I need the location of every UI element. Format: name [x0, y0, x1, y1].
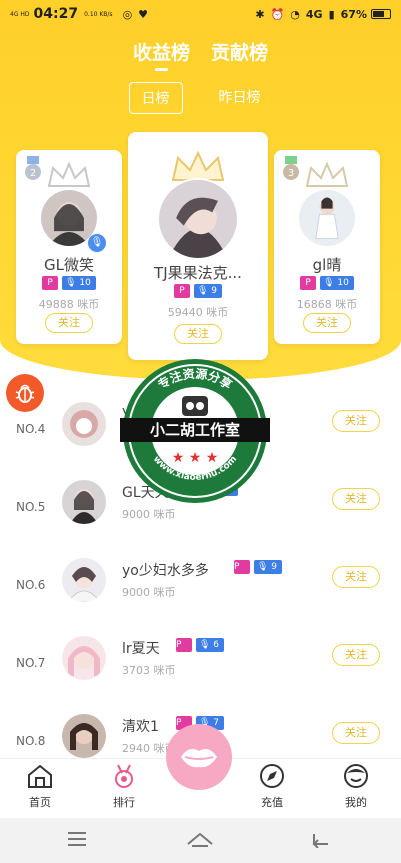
tab-mine[interactable]: 我的	[326, 763, 386, 810]
level-badge: 🎙 9	[193, 284, 223, 298]
level-badge: 🎙 10	[320, 276, 354, 290]
medal-icon	[115, 764, 133, 788]
mic-icon: 🎙	[88, 234, 106, 252]
badges: P 🎙 9	[128, 284, 268, 298]
live-button[interactable]	[166, 724, 232, 790]
badges: P 🎙 10	[274, 276, 380, 290]
tab-home[interactable]: 首页	[10, 763, 70, 810]
system-nav-bar	[0, 818, 401, 863]
badges: P 🎙 9	[234, 560, 283, 574]
silent-icon: ◔	[290, 7, 300, 21]
status-bar: 4G HD 04:27 0.10 KB/s ◎ ♥ ✱ ⏰ ◔ 4G ▮ 67%	[0, 0, 401, 28]
p-badge-icon: P	[176, 638, 192, 652]
coin-count: 59440 咪币	[167, 306, 229, 319]
back-icon[interactable]	[310, 830, 332, 848]
avatar[interactable]	[297, 188, 357, 248]
list-item[interactable]: NO.7 lr夏天 P 🎙 6 3703 咪币 关注	[0, 626, 401, 704]
follow-button[interactable]: 关注	[332, 410, 380, 432]
avatar[interactable]	[62, 714, 106, 758]
svg-text:3: 3	[288, 168, 294, 179]
streamer-name: lr夏天	[122, 641, 160, 657]
signal-icon: ▮	[328, 7, 335, 21]
follow-button[interactable]: 关注	[332, 644, 380, 666]
level-badge: 🎙 6	[196, 638, 225, 652]
p-badge-icon: P	[173, 284, 190, 298]
coin-count: 3703 咪币	[122, 664, 176, 677]
streamer-name: 清欢1	[122, 719, 159, 735]
p-badge-icon: P	[42, 276, 59, 290]
tab-yesterday[interactable]: 昨日榜	[207, 82, 273, 114]
svg-text:小二胡工作室: 小二胡工作室	[150, 421, 240, 439]
streamer-name: GL微笑	[44, 256, 94, 274]
bluetooth-icon: ✱	[255, 7, 265, 21]
crown-icon	[305, 162, 349, 187]
p-badge-icon: P	[300, 276, 317, 290]
battery-percent: 67%	[340, 7, 367, 21]
coin-count: 9000 咪币	[122, 508, 176, 521]
medal-icon: 2	[25, 156, 41, 180]
coin-count: 49888 咪币	[38, 298, 100, 311]
follow-button[interactable]: 关注	[332, 722, 380, 744]
streamer-name: TJ果果法克...	[154, 264, 242, 282]
home-icon	[28, 764, 52, 788]
user-icon	[344, 764, 368, 788]
avatar[interactable]	[62, 480, 106, 524]
svg-text:★ ★ ★: ★ ★ ★	[172, 450, 219, 466]
top-card-3[interactable]: 3 gl晴 P 🎙 10 16868 咪币 关注	[274, 150, 380, 344]
follow-button[interactable]: 关注	[332, 488, 380, 510]
compass-icon	[260, 764, 284, 788]
follow-button[interactable]: 关注	[174, 324, 222, 344]
sub-tabs: 日榜 昨日榜	[0, 82, 401, 114]
home-nav-icon[interactable]	[186, 830, 214, 848]
level-badge: 🎙 9	[254, 560, 283, 574]
avatar[interactable]	[157, 178, 239, 260]
menu-icon[interactable]	[66, 830, 88, 848]
net-speed: 0.10 KB/s	[84, 10, 113, 18]
clock: 04:27	[33, 6, 79, 22]
rank-number: NO.4	[16, 422, 46, 436]
top-card-1[interactable]: TJ果果法克... P 🎙 9 59440 咪币 关注	[128, 132, 268, 360]
coin-count: 9000 咪币	[122, 586, 176, 599]
tab-rank[interactable]: 排行	[94, 763, 154, 810]
follow-button[interactable]: 关注	[332, 566, 380, 588]
tab-contribution-rank[interactable]: 贡献榜	[211, 38, 268, 65]
coin-count: 16868 咪币	[296, 298, 358, 311]
badges: P 🎙 10	[16, 276, 122, 290]
streamer-name: gl晴	[312, 256, 342, 274]
watermark-seal: 专注资源分享 www.xiaoerhu.com 小二胡工作室 ★ ★ ★	[120, 359, 270, 503]
rank-number: NO.5	[16, 500, 46, 514]
streamer-name: yo少妇水多多	[122, 563, 209, 579]
tab-income-rank[interactable]: 收益榜	[133, 38, 190, 71]
crown-icon	[47, 162, 91, 187]
lips-icon	[181, 749, 217, 768]
list-item[interactable]: NO.6 yo少妇水多多 P 🎙 9 9000 咪币 关注	[0, 548, 401, 626]
follow-button[interactable]: 关注	[303, 313, 351, 333]
svg-text:2: 2	[30, 168, 36, 179]
badges: P 🎙 6	[176, 638, 225, 652]
network-type: 4G HD	[10, 10, 30, 18]
avatar[interactable]	[62, 636, 106, 680]
avatar[interactable]	[62, 402, 106, 446]
alarm-icon: ⏰	[270, 7, 285, 21]
main-tabs: 收益榜 贡献榜	[0, 38, 401, 71]
rank-number: NO.8	[16, 734, 46, 748]
tab-daily[interactable]: 日榜	[128, 82, 183, 114]
top-card-2[interactable]: 2 🎙 GL微笑 P 🎙 10 49888 咪币 关注	[16, 150, 122, 344]
avatar[interactable]	[62, 558, 106, 602]
notification-icon: ◎	[122, 7, 133, 21]
medal-icon: 3	[283, 156, 299, 180]
shield-icon: ♥	[138, 7, 149, 21]
p-badge-icon: P	[234, 560, 250, 574]
follow-button[interactable]: 关注	[45, 313, 93, 333]
signal-label: 4G	[305, 7, 323, 21]
level-badge: 🎙 10	[62, 276, 96, 290]
battery-icon	[371, 9, 391, 19]
rank-number: NO.7	[16, 656, 46, 670]
tab-recharge[interactable]: 充值	[242, 763, 302, 810]
rank-number: NO.6	[16, 578, 46, 592]
